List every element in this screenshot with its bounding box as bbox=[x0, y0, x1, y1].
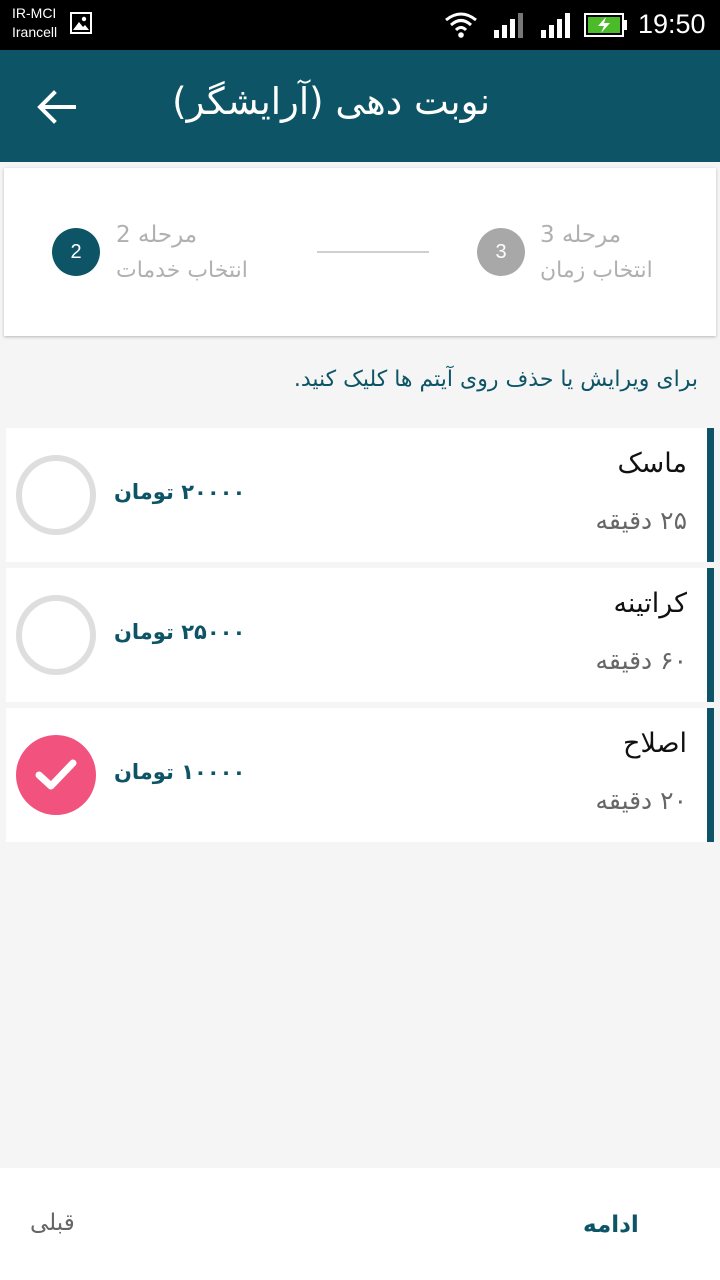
stepper: 2 مرحله 2 انتخاب خدمات 3 مرحله 3 انتخاب … bbox=[4, 168, 716, 336]
service-name: ماسک bbox=[617, 448, 687, 479]
carrier-line-2: Irancell bbox=[12, 24, 58, 40]
previous-button[interactable]: قبلی bbox=[30, 1210, 75, 1236]
service-price: ۲۵۰۰۰ تومان bbox=[114, 620, 246, 644]
select-checkbox[interactable] bbox=[16, 455, 96, 535]
select-checkbox-checked[interactable] bbox=[16, 735, 96, 815]
service-item-haircut[interactable]: اصلاح ۲۰ دقیقه ۱۰۰۰۰ تومان bbox=[6, 708, 714, 842]
page-title: نوبت دهی (آرایشگر) bbox=[172, 80, 490, 123]
step-3-subtitle: انتخاب زمان bbox=[540, 258, 653, 283]
select-checkbox[interactable] bbox=[16, 595, 96, 675]
status-bar: IR-MCI Irancell 19:50 bbox=[0, 0, 720, 50]
service-price: ۱۰۰۰۰ تومان bbox=[114, 760, 246, 784]
app-bar: نوبت دهی (آرایشگر) bbox=[0, 50, 720, 162]
image-notification-icon bbox=[70, 12, 92, 34]
service-name: کراتینه bbox=[613, 588, 687, 619]
step-connector bbox=[317, 251, 429, 253]
wifi-icon bbox=[445, 12, 477, 38]
status-time: 19:50 bbox=[638, 9, 706, 39]
arrow-back-icon bbox=[37, 90, 76, 124]
service-duration: ۲۵ دقیقه bbox=[595, 506, 687, 535]
checkmark-icon bbox=[35, 759, 77, 790]
service-price: ۲۰۰۰۰ تومان bbox=[114, 480, 246, 504]
service-duration: ۶۰ دقیقه bbox=[595, 646, 687, 675]
signal-strength-icon-sim1 bbox=[494, 13, 523, 38]
step-2-subtitle: انتخاب خدمات bbox=[116, 258, 248, 283]
battery-charging-icon bbox=[584, 13, 627, 37]
service-item-keratin[interactable]: کراتینه ۶۰ دقیقه ۲۵۰۰۰ تومان bbox=[6, 568, 714, 702]
service-duration: ۲۰ دقیقه bbox=[595, 786, 687, 815]
step-2-title: مرحله 2 bbox=[116, 222, 198, 248]
step-3-indicator: 3 bbox=[477, 228, 525, 276]
service-item-mask[interactable]: ماسک ۲۵ دقیقه ۲۰۰۰۰ تومان bbox=[6, 428, 714, 562]
step-2-indicator: 2 bbox=[52, 228, 100, 276]
carrier-info: IR-MCI Irancell bbox=[12, 4, 57, 42]
continue-button[interactable]: ادامه bbox=[583, 1212, 639, 1238]
carrier-line-1: IR-MCI bbox=[12, 5, 57, 21]
service-name: اصلاح bbox=[623, 728, 687, 759]
signal-strength-icon-sim2 bbox=[541, 13, 570, 38]
bottom-nav-bar: قبلی ادامه bbox=[0, 1168, 720, 1280]
back-button[interactable] bbox=[30, 84, 82, 130]
instruction-text: برای ویرایش یا حذف روی آیتم ها کلیک کنید… bbox=[293, 367, 698, 392]
step-3-title: مرحله 3 bbox=[540, 222, 622, 248]
